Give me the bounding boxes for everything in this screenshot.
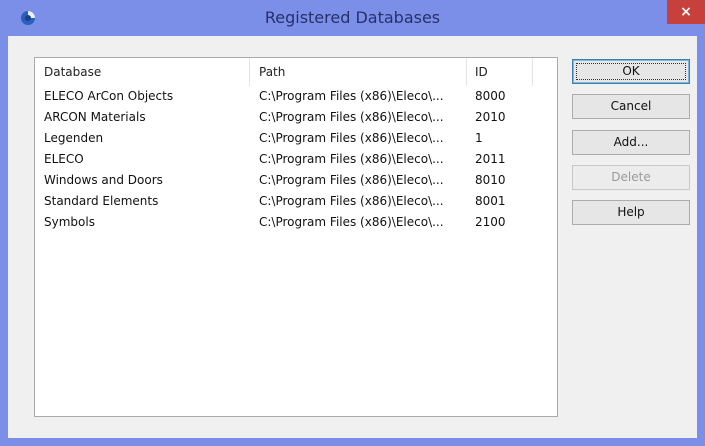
cell-path: C:\Program Files (x86)\Eleco\... [259, 194, 444, 208]
window-title: Registered Databases [264, 8, 441, 27]
cell-database: Windows and Doors [44, 173, 163, 187]
table-row[interactable]: Standard Elements C:\Program Files (x86)… [35, 192, 557, 213]
title-bar: Registered Databases × [0, 0, 705, 36]
table-row[interactable]: Legenden C:\Program Files (x86)\Eleco\..… [35, 129, 557, 150]
cell-database: Standard Elements [44, 194, 159, 208]
cell-database: Legenden [44, 131, 104, 145]
ok-button[interactable]: OK [572, 59, 690, 84]
table-row[interactable]: ARCON Materials C:\Program Files (x86)\E… [35, 108, 557, 129]
cell-id: 1 [475, 131, 483, 145]
column-header-database[interactable]: Database [44, 58, 101, 86]
table-row[interactable]: ELECO ArCon Objects C:\Program Files (x8… [35, 87, 557, 108]
list-header: Database Path ID [35, 58, 557, 86]
add-button-label: Add... [613, 135, 649, 149]
cell-path: C:\Program Files (x86)\Eleco\... [259, 131, 444, 145]
delete-button[interactable]: Delete [572, 165, 690, 190]
cell-id: 2010 [475, 110, 506, 124]
cell-path: C:\Program Files (x86)\Eleco\... [259, 173, 444, 187]
cell-path: C:\Program Files (x86)\Eleco\... [259, 89, 444, 103]
add-button[interactable]: Add... [572, 130, 690, 155]
close-button[interactable]: × [667, 0, 705, 24]
delete-button-label: Delete [611, 170, 651, 184]
focus-rectangle [576, 63, 686, 80]
cell-database: ARCON Materials [44, 110, 146, 124]
cell-database: ELECO ArCon Objects [44, 89, 174, 103]
cell-path: C:\Program Files (x86)\Eleco\... [259, 110, 444, 124]
cell-database: Symbols [44, 215, 95, 229]
column-divider[interactable] [249, 58, 250, 86]
column-divider[interactable] [466, 58, 467, 86]
column-header-path[interactable]: Path [259, 58, 285, 86]
cell-id: 2011 [475, 152, 506, 166]
cell-path: C:\Program Files (x86)\Eleco\... [259, 215, 444, 229]
cell-path: C:\Program Files (x86)\Eleco\... [259, 152, 444, 166]
help-button-label: Help [617, 205, 645, 219]
cell-id: 2100 [475, 215, 506, 229]
table-row[interactable]: ELECO C:\Program Files (x86)\Eleco\... 2… [35, 150, 557, 171]
cell-id: 8001 [475, 194, 506, 208]
cancel-button-label: Cancel [610, 99, 652, 113]
dialog-window: Registered Databases × Database Path ID … [0, 0, 705, 446]
table-row[interactable]: Windows and Doors C:\Program Files (x86)… [35, 171, 557, 192]
help-button[interactable]: Help [572, 200, 690, 225]
cell-database: ELECO [44, 152, 84, 166]
table-row[interactable]: Symbols C:\Program Files (x86)\Eleco\...… [35, 213, 557, 234]
cell-id: 8010 [475, 173, 506, 187]
database-list[interactable]: Database Path ID ELECO ArCon Objects C:\… [34, 57, 558, 417]
cell-id: 8000 [475, 89, 506, 103]
column-divider[interactable] [532, 58, 533, 86]
column-header-id[interactable]: ID [475, 58, 488, 86]
close-icon: × [680, 4, 692, 20]
cancel-button[interactable]: Cancel [572, 94, 690, 119]
dialog-client-area: Database Path ID ELECO ArCon Objects C:\… [8, 36, 697, 438]
